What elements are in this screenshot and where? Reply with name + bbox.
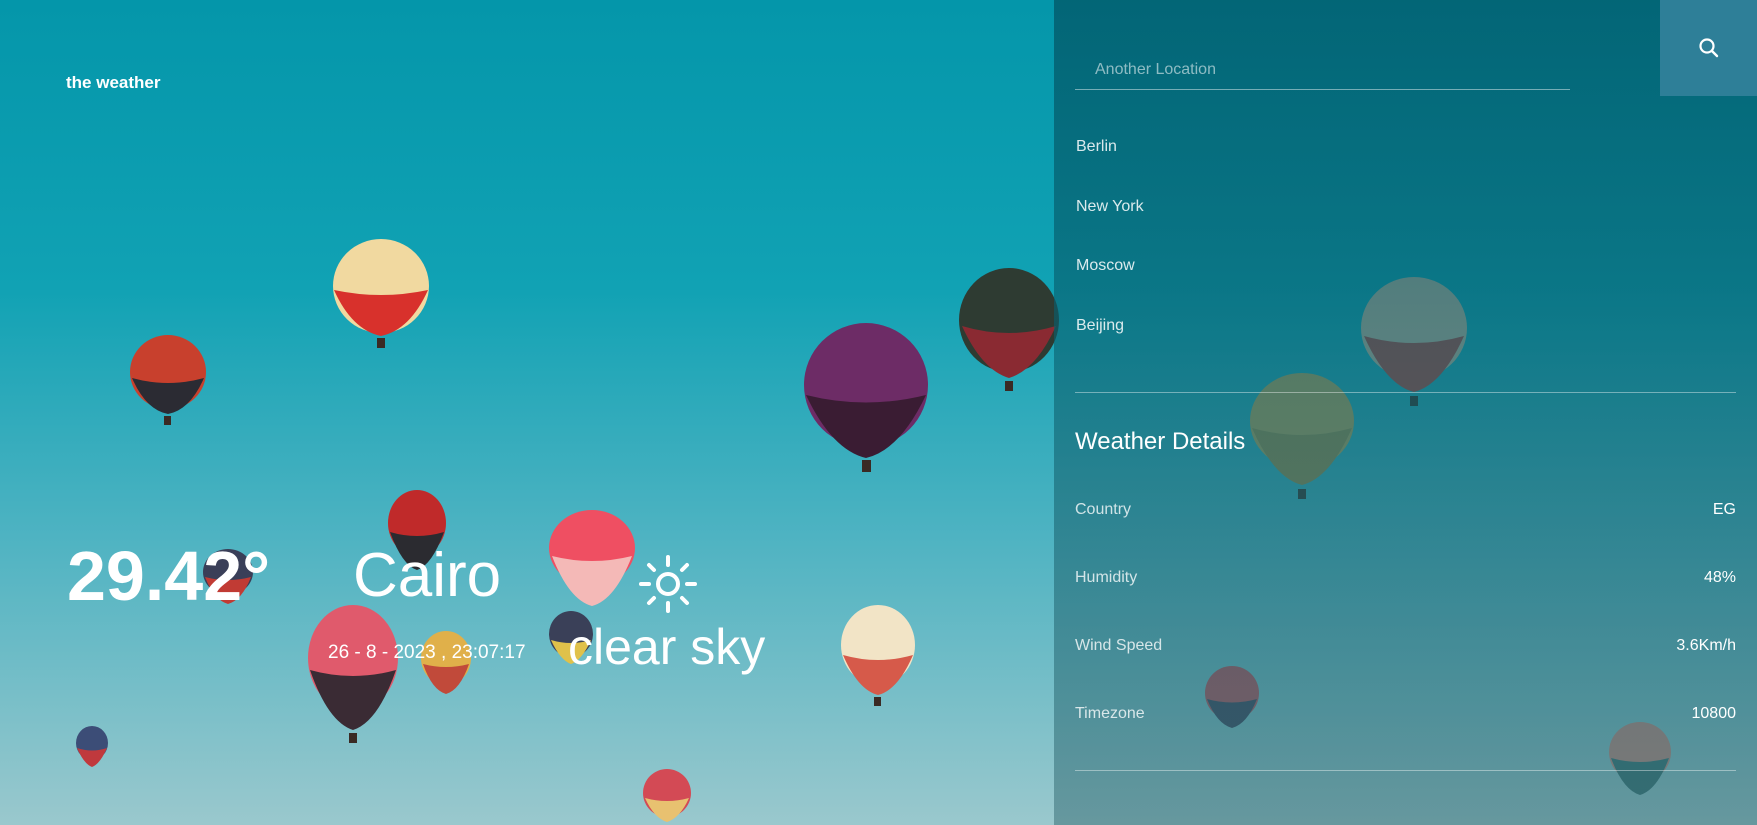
detail-label: Country: [1075, 501, 1132, 518]
current-temperature: 29.42°: [67, 537, 271, 615]
detail-label: Humidity: [1075, 569, 1138, 586]
divider-bottom: [1075, 770, 1736, 771]
balloon-13: [643, 769, 691, 822]
balloon-8: [308, 605, 398, 743]
balloon-12: [76, 726, 108, 767]
detail-value: 3.6Km/h: [1676, 637, 1736, 654]
balloon-4: [959, 268, 1059, 391]
detail-row-wind-speed: Wind Speed 3.6Km/h: [1075, 637, 1736, 655]
current-datetime: 26 - 8 - 2023 , 23:07:17: [328, 642, 526, 663]
detail-value: 10800: [1691, 705, 1737, 722]
location-item-beijing[interactable]: Beijing: [1076, 317, 1144, 377]
saved-locations-list: Berlin New York Moscow Beijing: [1076, 138, 1144, 376]
search-icon: [1698, 38, 1718, 58]
detail-row-country: Country EG: [1075, 501, 1736, 519]
balloon-2: [130, 335, 206, 425]
detail-label: Wind Speed: [1075, 637, 1163, 654]
detail-value: 48%: [1703, 569, 1736, 586]
location-item-berlin[interactable]: Berlin: [1076, 138, 1144, 198]
weather-details-title: Weather Details: [1075, 428, 1246, 455]
balloon-3: [804, 323, 928, 472]
weather-description: clear sky: [568, 619, 766, 675]
balloon-6: [549, 510, 635, 606]
detail-row-humidity: Humidity 48%: [1075, 569, 1736, 587]
app-brand: the weather: [66, 73, 161, 92]
weather-page: the weather 29.42° Cairo 26 - 8 - 2023 ,…: [0, 0, 1757, 825]
location-item-new-york[interactable]: New York: [1076, 198, 1144, 258]
detail-label: Timezone: [1075, 705, 1145, 722]
location-item-moscow[interactable]: Moscow: [1076, 257, 1144, 317]
location-search-input[interactable]: [1075, 50, 1570, 90]
balloon-11: [841, 605, 915, 706]
search-button[interactable]: [1660, 0, 1757, 96]
balloon-1: [333, 239, 429, 348]
current-city: Cairo: [353, 541, 502, 610]
sun-icon: [639, 555, 697, 613]
detail-value: EG: [1712, 501, 1736, 518]
divider-top: [1075, 392, 1736, 393]
detail-row-timezone: Timezone 10800: [1075, 705, 1736, 723]
side-panel: Berlin New York Moscow Beijing Weather D…: [1054, 0, 1757, 825]
